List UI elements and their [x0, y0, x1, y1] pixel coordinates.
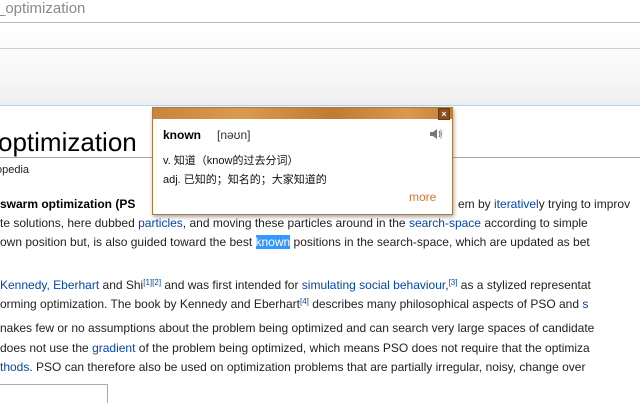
link-particles[interactable]: particles [138, 216, 183, 230]
page-header-area [0, 23, 640, 106]
paragraph1-line3: own position but, is also guided toward … [0, 235, 590, 249]
bold-term: swarm optimization [0, 197, 113, 211]
page-title: optimization [0, 127, 137, 157]
link-iteratively[interactable]: iterativel [494, 197, 539, 211]
paragraph3-line2: does not use the gradient of the problem… [0, 341, 590, 355]
header-divider [0, 48, 640, 49]
popup-definition-verb: v. 知道（know的过去分词） [163, 155, 299, 167]
link-methods[interactable]: thods [0, 360, 29, 374]
text-run: orming optimization. The book by Kennedy… [0, 297, 300, 311]
page-subtitle: opedia [0, 164, 30, 176]
link-simulating-social-behaviour[interactable]: simulating social behaviour [302, 278, 445, 292]
text-run: y trying to improv [538, 197, 631, 211]
bold-term-abbrev: (PS [112, 197, 136, 211]
infobox-corner [0, 384, 108, 403]
paragraph1-line1-right: em by iteratively trying to improv [458, 197, 630, 211]
ref-4[interactable]: [4] [300, 297, 309, 306]
paragraph2-line1: Kennedy, Eberhart and Shi[1][2] and was … [0, 278, 591, 292]
paragraph1-line1: swarm optimization (PS [0, 197, 135, 211]
link-kennedy-eberhart[interactable]: Kennedy, Eberhart [0, 278, 99, 292]
popup-title-bar[interactable]: × [153, 108, 452, 120]
paragraph1-line2: te solutions, here dubbed particles, and… [0, 216, 588, 230]
link-gradient[interactable]: gradient [92, 341, 135, 355]
text-run: of the problem being optimized, which me… [135, 341, 590, 355]
text-run: as a stylized representat [457, 278, 591, 292]
text-run: positions in the search-space, which are… [290, 235, 590, 249]
paragraph3-line1: nakes few or no assumptions about the pr… [0, 321, 595, 335]
text-run: te solutions, here dubbed [0, 216, 139, 230]
text-run: em by [458, 197, 495, 211]
popup-definition-adj: adj. 已知的；知名的；大家知道的 [163, 174, 327, 186]
text-run: according to simple [480, 216, 588, 230]
text-run: . PSO can therefore also be used on opti… [29, 360, 586, 374]
text-run: does not use the [0, 341, 93, 355]
text-run: and Shi [99, 278, 144, 292]
link-truncated[interactable]: s [582, 297, 588, 311]
close-icon[interactable]: × [438, 108, 450, 120]
text-run: own position but, is also guided toward … [0, 235, 256, 249]
dictionary-popup: × known [nəʊn] v. 知道（know的过去分词） adj. 已知的… [152, 107, 453, 215]
ref-2[interactable]: [2] [152, 278, 161, 287]
url-text[interactable]: _optimization [0, 0, 85, 17]
popup-word: known [163, 128, 201, 142]
more-link[interactable]: more [409, 190, 436, 204]
selected-word[interactable]: known [255, 235, 291, 249]
speaker-icon[interactable] [429, 128, 443, 140]
browser-title-bar: _optimization [0, 0, 640, 23]
paragraph2-line2: orming optimization. The book by Kennedy… [0, 297, 588, 311]
text-run: , and moving these particles around in t… [182, 216, 409, 230]
ref-1[interactable]: [1] [143, 278, 152, 287]
text-run: describes many philosophical aspects of … [308, 297, 583, 311]
link-search-space[interactable]: search-space [409, 216, 481, 230]
popup-phonetic: [nəʊn] [217, 128, 251, 142]
text-run: and was first intended for [161, 278, 302, 292]
paragraph3-line3: thods. PSO can therefore also be used on… [0, 360, 585, 374]
